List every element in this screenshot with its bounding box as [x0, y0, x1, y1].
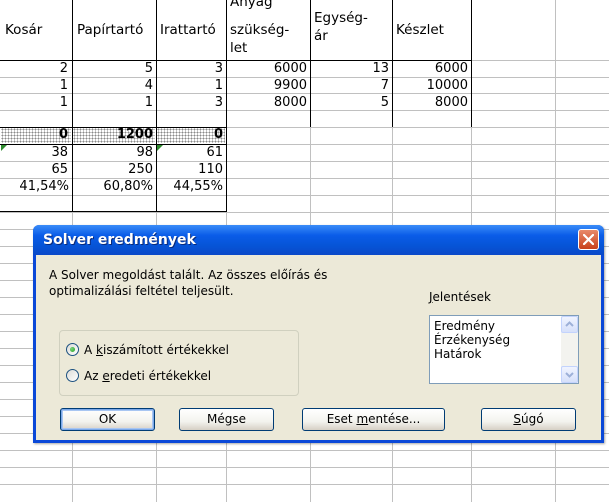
header-keszlet: Készlet — [396, 22, 444, 38]
radio-keep-label[interactable]: A kiszámított értékekkel — [84, 342, 229, 358]
header-anyag-line2: szükség- — [230, 22, 290, 38]
cancel-button[interactable]: Mégse — [179, 408, 274, 431]
cell[interactable]: 38 — [0, 145, 68, 161]
chevron-down-icon — [565, 372, 574, 378]
list-item[interactable]: Érzékenység — [434, 333, 510, 347]
dialog-titlebar[interactable]: Solver eredmények — [33, 225, 604, 255]
radio-restore-label[interactable]: Az eredeti értékekkel — [84, 368, 211, 384]
reports-label: Jelentések — [429, 289, 491, 305]
table-cell[interactable]: 6000 — [393, 61, 468, 77]
message-line-2: optimalizálási feltétel teljesült. — [49, 284, 234, 298]
reports-label-rest: elentések — [432, 290, 491, 304]
cell[interactable]: 60,80% — [73, 179, 153, 195]
cell[interactable]: 110 — [157, 162, 223, 178]
table-cell[interactable]: 4 — [73, 78, 153, 94]
help-button[interactable]: Súgó — [481, 408, 576, 431]
header-kosar: Kosár — [5, 22, 43, 38]
header-irattarto: Irattartó — [160, 22, 216, 38]
message-line-1: A Solver megoldást talált. Az összes elő… — [49, 268, 328, 282]
cell[interactable]: 41,54% — [0, 179, 69, 195]
list-item[interactable]: Eredmény — [434, 319, 495, 333]
table-cell[interactable]: 1 — [157, 78, 223, 94]
variable-cell-kosar[interactable]: 0 — [0, 127, 68, 143]
table-cell[interactable]: 10000 — [393, 78, 468, 94]
list-item[interactable]: Határok — [434, 347, 481, 361]
cell[interactable]: 65 — [0, 162, 68, 178]
variable-cell-irattarto[interactable]: 0 — [157, 127, 223, 143]
reports-listbox[interactable]: Eredmény Érzékenység Határok — [429, 315, 579, 384]
radio-keep-solution[interactable] — [66, 343, 79, 356]
table-cell[interactable]: 8000 — [393, 95, 468, 111]
header-egyseg-line2: ár — [314, 28, 328, 44]
table-cell[interactable]: 3 — [157, 95, 223, 111]
table-cell[interactable]: 13 — [311, 61, 389, 77]
table-cell[interactable]: 9900 — [227, 78, 307, 94]
table-cell[interactable]: 1 — [73, 95, 153, 111]
table-cell[interactable]: 6000 — [227, 61, 307, 77]
scroll-up-button[interactable] — [561, 316, 578, 333]
header-egyseg-line1: Egység- — [314, 10, 368, 26]
table-cell[interactable]: 5 — [73, 61, 153, 77]
table-cell[interactable]: 5 — [311, 95, 389, 111]
save-scenario-button[interactable]: Eset mentése... — [302, 408, 445, 431]
table-cell[interactable]: 7 — [311, 78, 389, 94]
ok-button[interactable]: OK — [60, 408, 155, 431]
cell[interactable]: 98 — [73, 145, 153, 161]
close-button[interactable] — [578, 229, 599, 250]
header-anyag-line1: Anyag — [230, 0, 273, 10]
cell[interactable]: 250 — [73, 162, 153, 178]
dialog-title: Solver eredmények — [43, 232, 196, 248]
table-cell[interactable]: 1 — [0, 78, 68, 94]
listbox-scrollbar[interactable] — [561, 316, 578, 383]
table-cell[interactable]: 1 — [0, 95, 68, 111]
close-icon — [583, 234, 594, 245]
scroll-down-button[interactable] — [561, 366, 578, 383]
table-cell[interactable]: 3 — [157, 61, 223, 77]
result-options-group — [59, 330, 299, 396]
cell[interactable]: 44,55% — [157, 179, 223, 195]
header-papirtarto: Papírtartó — [77, 22, 144, 38]
table-cell[interactable]: 8000 — [227, 95, 307, 111]
solver-results-dialog: Solver eredmények A Solver megoldást tal… — [33, 225, 604, 443]
dialog-body: A Solver megoldást talált. Az összes elő… — [36, 255, 601, 440]
radio-restore-original[interactable] — [66, 369, 79, 382]
chevron-up-icon — [565, 321, 574, 327]
variable-cell-papirtarto[interactable]: 1200 — [73, 127, 153, 143]
table-cell[interactable]: 2 — [0, 61, 68, 77]
header-anyag-line3: let — [230, 40, 248, 56]
cell[interactable]: 61 — [157, 145, 223, 161]
